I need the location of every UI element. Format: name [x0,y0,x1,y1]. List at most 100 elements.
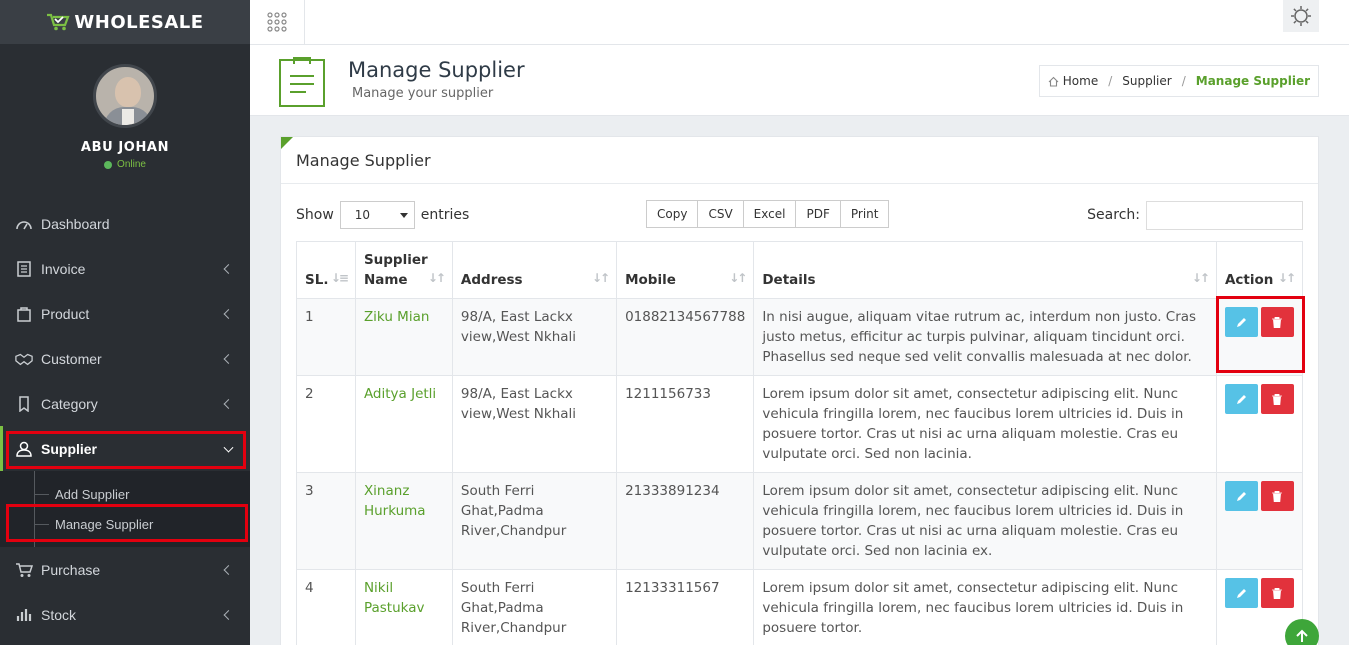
cell-mobile: 1211156733 [616,375,755,473]
cell-details: Lorem ipsum dolor sit amet, consectetur … [753,375,1217,473]
search-input[interactable] [1146,200,1303,230]
table-controls: Show 10 entries Copy CSV Excel PDF Print… [296,200,1303,230]
breadcrumb-separator: / [1181,74,1186,88]
sort-icon: ↓↑ [729,271,747,285]
trash-icon [1272,393,1283,405]
user-name: ABU JOHAN [80,140,170,155]
bar-chart-icon [15,607,33,623]
sidebar-item-purchase[interactable]: Purchase [0,547,250,592]
home-icon [1048,76,1059,87]
sidebar-subitem-manage-supplier[interactable]: Manage Supplier [0,509,250,539]
breadcrumb-separator: / [1108,74,1113,88]
apps-grid-button[interactable] [250,0,305,44]
cell-address: 98/A, East Lackx view,West Nkhali [451,375,618,473]
invoice-icon [15,260,33,277]
sidebar-item-product[interactable]: Product [0,291,250,336]
cell-sl: 1 [296,298,356,376]
chevron-left-icon [223,609,234,620]
entries-select[interactable]: 10 [339,201,415,229]
edit-button[interactable] [1224,578,1258,608]
cell-sl: 2 [296,375,356,473]
sidebar-item-supplier[interactable]: Supplier [0,426,250,471]
cart-icon [15,562,33,578]
caret-down-icon [399,213,408,218]
cell-address: South Ferri Ghat,Padma River,Chandpur [451,472,618,570]
avatar[interactable] [93,64,157,128]
column-header-supplier-name[interactable]: Supplier Name ↓↑ [354,241,453,299]
sidebar-subitem-label: Manage Supplier [55,516,154,532]
sidebar-item-stock[interactable]: Stock [0,592,250,637]
edit-button[interactable] [1224,384,1258,414]
logo-text: WHOLESALE [74,11,204,33]
sidebar-item-label: Stock [41,606,77,623]
cell-supplier-name[interactable]: Aditya Jetli [354,375,453,473]
logo[interactable]: WHOLESALE [0,0,250,44]
sort-icon: ↓↑ [591,271,610,285]
excel-button[interactable]: Excel [742,200,797,228]
column-header-address[interactable]: Address ↓↑ [451,241,618,299]
delete-button[interactable] [1260,578,1294,608]
entries-value: 10 [354,208,371,222]
trash-icon [1272,316,1283,328]
sidebar-subitem-label: Add Supplier [55,486,130,502]
chevron-left-icon [223,564,234,575]
cell-details: Lorem ipsum dolor sit amet, consectetur … [753,569,1217,645]
sidebar: WHOLESALE ABU JOHAN Online Dashboard Inv… [0,0,250,645]
sidebar-item-invoice[interactable]: Invoice [0,246,250,291]
sidebar-item-label: Customer [41,350,102,367]
delete-button[interactable] [1260,481,1294,511]
sidebar-item-dashboard[interactable]: Dashboard [0,201,250,246]
column-header-details[interactable]: Details ↓↑ [753,241,1217,299]
cell-supplier-name[interactable]: Ziku Mian [354,298,453,376]
settings-button[interactable] [1283,0,1319,32]
chevron-down-icon [223,442,234,453]
cell-address: 98/A, East Lackx view,West Nkhali [451,298,618,376]
status-dot-icon [104,160,113,169]
top-bar [250,0,1349,45]
copy-button[interactable]: Copy [646,200,699,228]
table-row: 1 Ziku Mian 98/A, East Lackx view,West N… [296,298,1304,376]
cell-action [1215,298,1304,376]
cell-action [1215,472,1304,570]
cell-sl: 4 [296,569,356,645]
search-label: Search: [1087,207,1140,223]
supplier-submenu: Add Supplier Manage Supplier [0,471,250,547]
entries-length: Show 10 entries [296,200,469,230]
pencil-icon [1236,491,1246,501]
sidebar-subitem-add-supplier[interactable]: Add Supplier [0,479,250,509]
sidebar-item-category[interactable]: Category [0,381,250,426]
cart-logo-icon [47,13,71,31]
sidebar-item-label: Invoice [41,260,86,277]
delete-button[interactable] [1260,384,1294,414]
sort-icon: ↓↑ [1277,271,1296,285]
cell-details: In nisi augue, aliquam vitae rutrum ac, … [753,298,1217,376]
column-header-mobile[interactable]: Mobile ↓↑ [616,241,755,299]
delete-button[interactable] [1260,307,1294,337]
cell-details: Lorem ipsum dolor sit amet, consectetur … [753,472,1217,570]
export-buttons: Copy CSV Excel PDF Print [646,200,890,228]
sidebar-item-customer[interactable]: Customer [0,336,250,381]
scroll-top-button[interactable] [1285,619,1319,645]
page-title: Manage Supplier [348,58,525,82]
online-status: Online [0,159,250,170]
product-icon [15,306,33,322]
column-header-sl[interactable]: SL. ↓≡ [296,241,356,299]
trash-icon [1272,490,1283,502]
edit-button[interactable] [1224,307,1258,337]
csv-button[interactable]: CSV [697,200,744,228]
show-label: Show [296,207,334,223]
edit-button[interactable] [1224,481,1258,511]
breadcrumb-supplier[interactable]: Supplier [1122,74,1171,88]
cell-address: South Ferri Ghat,Padma River,Chandpur [451,569,618,645]
supplier-table: SL. ↓≡ Supplier Name ↓↑ Address ↓↑ Mobile ↓↑… [296,241,1304,645]
sidebar-item-label: Purchase [41,561,101,578]
cell-supplier-name[interactable]: Nikil Pastukav [354,569,453,645]
cell-supplier-name[interactable]: Xinanz Hurkuma [354,472,453,570]
table-row: 2 Aditya Jetli 98/A, East Lackx view,Wes… [296,375,1304,473]
sidebar-item-label: Product [41,305,90,322]
print-button[interactable]: Print [839,200,890,228]
pdf-button[interactable]: PDF [795,200,841,228]
column-header-action[interactable]: Action ↓↑ [1215,241,1304,299]
breadcrumb-home[interactable]: Home [1063,74,1098,88]
trash-icon [1272,587,1283,599]
